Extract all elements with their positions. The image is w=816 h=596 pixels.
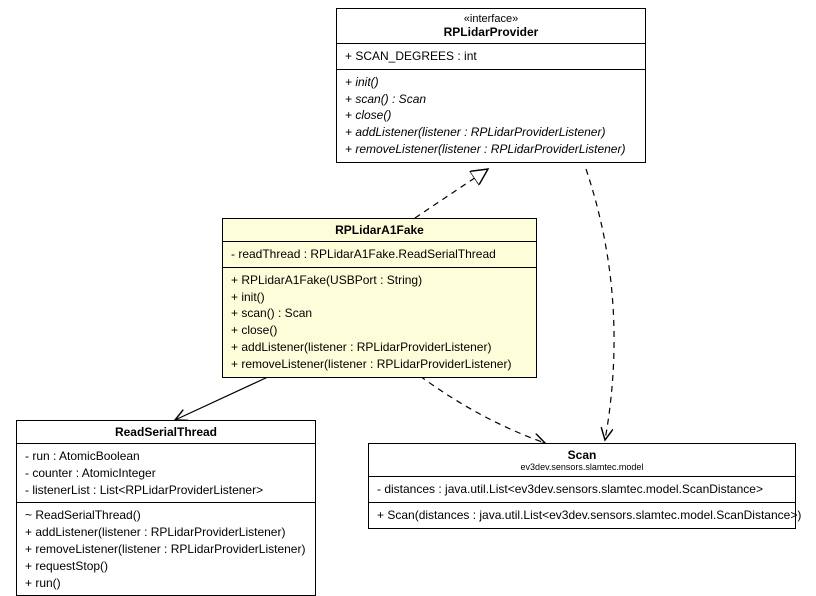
op-row: + addListener(listener : RPLidarProvider… (25, 524, 307, 541)
class-name: RPLidarProvider (345, 25, 637, 39)
op-row: + removeListener(listener : RPLidarProvi… (231, 356, 528, 373)
op-row: + addListener(listener : RPLidarProvider… (231, 339, 528, 356)
op-row: + Scan(distances : java.util.List<ev3dev… (377, 507, 787, 524)
class-name: RPLidarA1Fake (231, 223, 528, 237)
attr-row: - listenerList : List<RPLidarProviderLis… (25, 482, 307, 499)
op-row: + close() (231, 322, 528, 339)
attr-row: - counter : AtomicInteger (25, 465, 307, 482)
class-scan: Scan ev3dev.sensors.slamtec.model - dist… (368, 443, 796, 529)
op-row: + requestStop() (25, 558, 307, 575)
ops-section: + RPLidarA1Fake(USBPort : String) + init… (223, 268, 536, 377)
op-row: + init() (231, 289, 528, 306)
op-row: + addListener(listener : RPLidarProvider… (345, 124, 637, 141)
attrs-section: - distances : java.util.List<ev3dev.sens… (369, 477, 795, 503)
attrs-section: - run : AtomicBoolean - counter : Atomic… (17, 444, 315, 503)
attr-row: - run : AtomicBoolean (25, 448, 307, 465)
stereotype-label: «interface» (345, 13, 637, 25)
attrs-section: - readThread : RPLidarA1Fake.ReadSerialT… (223, 242, 536, 268)
op-row: + removeListener(listener : RPLidarProvi… (25, 541, 307, 558)
ops-section: ~ ReadSerialThread() + addListener(liste… (17, 503, 315, 595)
op-row: + removeListener(listener : RPLidarProvi… (345, 141, 637, 158)
class-namespace: ev3dev.sensors.slamtec.model (377, 462, 787, 472)
op-row: + scan() : Scan (345, 91, 637, 108)
class-name: Scan (377, 448, 787, 462)
class-rplidara1fake: RPLidarA1Fake - readThread : RPLidarA1Fa… (222, 218, 537, 378)
class-title: Scan ev3dev.sensors.slamtec.model (369, 444, 795, 477)
op-row: + close() (345, 107, 637, 124)
op-row: + scan() : Scan (231, 305, 528, 322)
class-name: ReadSerialThread (25, 425, 307, 439)
attr-row: - readThread : RPLidarA1Fake.ReadSerialT… (231, 246, 528, 263)
class-readserialthread: ReadSerialThread - run : AtomicBoolean -… (16, 420, 316, 596)
op-row: + RPLidarA1Fake(USBPort : String) (231, 272, 528, 289)
attr-row: - distances : java.util.List<ev3dev.sens… (377, 481, 787, 498)
class-title: «interface» RPLidarProvider (337, 9, 645, 44)
op-row: + run() (25, 575, 307, 592)
attrs-section: + SCAN_DEGREES : int (337, 44, 645, 70)
ops-section: + Scan(distances : java.util.List<ev3dev… (369, 503, 795, 528)
ops-section: + init() + scan() : Scan + close() + add… (337, 70, 645, 162)
class-rplidarprovider: «interface» RPLidarProvider + SCAN_DEGRE… (336, 8, 646, 163)
op-row: ~ ReadSerialThread() (25, 507, 307, 524)
op-row: + init() (345, 74, 637, 91)
class-title: RPLidarA1Fake (223, 219, 536, 242)
class-title: ReadSerialThread (17, 421, 315, 444)
attr-row: + SCAN_DEGREES : int (345, 48, 637, 65)
